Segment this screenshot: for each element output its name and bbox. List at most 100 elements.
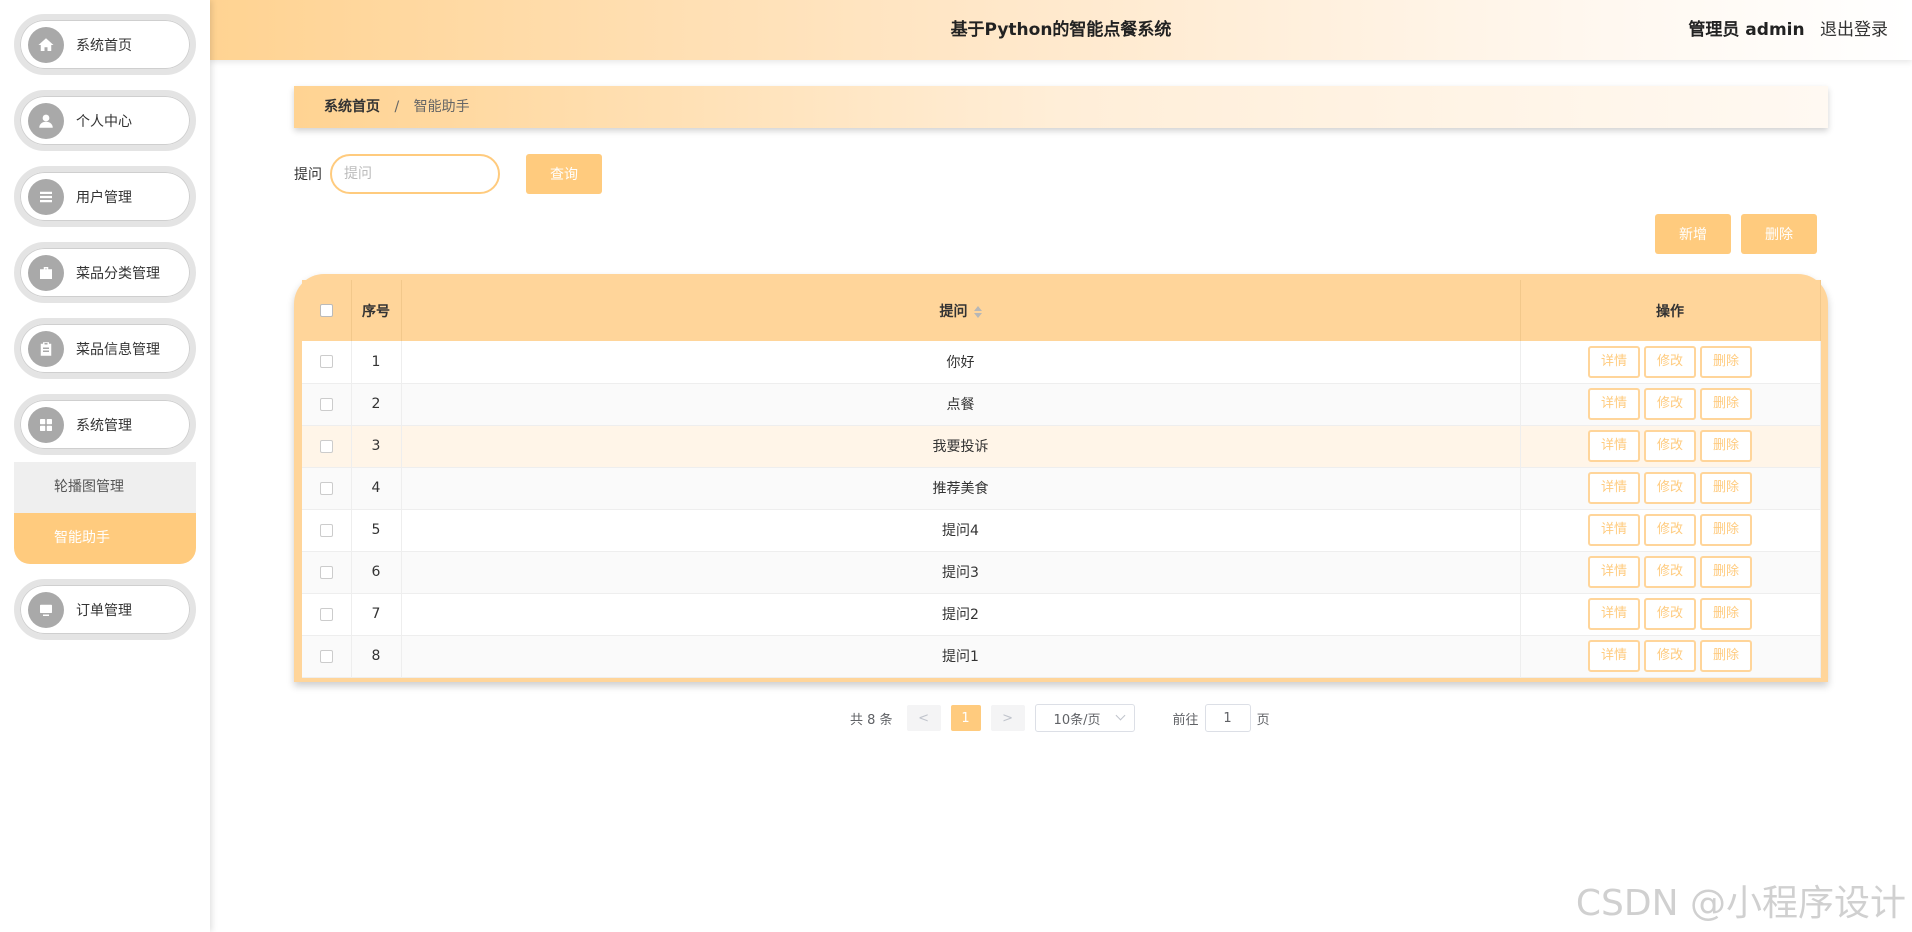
pagination: 共 8 条 < 1 > 10条/页 前往 页 [850, 704, 1270, 732]
grid-icon [28, 406, 64, 443]
submenu-item-carousel[interactable]: 轮播图管理 [14, 462, 196, 513]
column-header-ops: 操作 [1520, 280, 1821, 341]
row-ops: 详情 修改 删除 [1520, 593, 1821, 636]
select-all-checkbox[interactable] [319, 304, 333, 317]
add-button[interactable]: 新增 [1655, 214, 1731, 254]
row-ops: 详情 修改 删除 [1520, 551, 1821, 594]
header-user-area: 管理员 admin 退出登录 [1688, 0, 1888, 60]
row-checkbox[interactable] [319, 481, 333, 495]
row-checkbox[interactable] [319, 355, 333, 369]
row-question: 点餐 [401, 383, 1521, 426]
column-header-index: 序号 [351, 280, 402, 341]
edit-button[interactable]: 修改 [1644, 640, 1696, 672]
logout-link[interactable]: 退出登录 [1820, 20, 1888, 40]
row-checkbox[interactable] [319, 397, 333, 411]
edit-button[interactable]: 修改 [1644, 514, 1696, 546]
sidebar-item-users[interactable]: 用户管理 [14, 166, 196, 227]
sidebar-item-label: 菜品分类管理 [76, 265, 160, 282]
edit-button[interactable]: 修改 [1644, 598, 1696, 630]
detail-button[interactable]: 详情 [1588, 514, 1640, 546]
page-size-value: 10条/页 [1053, 712, 1101, 728]
sidebar-item-profile[interactable]: 个人中心 [14, 90, 196, 151]
row-ops: 详情 修改 删除 [1520, 509, 1821, 552]
table-row: 3 我要投诉 详情 修改 删除 [302, 425, 1821, 468]
row-index: 1 [351, 341, 402, 384]
sidebar-item-dish-category[interactable]: 菜品分类管理 [14, 242, 196, 303]
row-checkbox[interactable] [319, 439, 333, 453]
pagination-total: 共 8 条 [850, 712, 893, 728]
prev-page-button[interactable]: < [906, 705, 941, 731]
page-size-select[interactable]: 10条/页 [1034, 704, 1135, 732]
row-checkbox[interactable] [319, 607, 333, 621]
row-checkbox-cell [302, 341, 352, 384]
detail-button[interactable]: 详情 [1588, 345, 1640, 378]
goto-suffix: 页 [1256, 712, 1270, 728]
delete-button[interactable]: 删除 [1700, 640, 1752, 672]
home-icon [28, 26, 64, 63]
column-header-question[interactable]: 提问 [401, 280, 1521, 341]
next-page-button[interactable]: > [990, 705, 1025, 731]
row-question: 提问4 [401, 509, 1521, 552]
delete-button[interactable]: 删除 [1700, 430, 1752, 462]
delete-button[interactable]: 删除 [1700, 345, 1752, 378]
row-question: 提问3 [401, 551, 1521, 594]
column-header-question-label: 提问 [939, 303, 968, 320]
monitor-icon [28, 591, 64, 628]
row-checkbox-cell [302, 467, 352, 510]
sidebar: 系统首页 个人中心 用户管理 菜品分类管理 菜品信息管理 系统管理 轮播图管理 … [0, 0, 210, 932]
edit-button[interactable]: 修改 [1644, 430, 1696, 462]
sidebar-item-label: 个人中心 [76, 113, 132, 130]
search-label: 提问 [294, 167, 322, 183]
row-index: 8 [351, 635, 402, 678]
submenu-item-assistant[interactable]: 智能助手 [14, 513, 196, 564]
sort-icon[interactable] [973, 305, 982, 318]
row-ops: 详情 修改 删除 [1520, 467, 1821, 510]
search-input[interactable] [330, 154, 500, 194]
detail-button[interactable]: 详情 [1588, 472, 1640, 504]
sidebar-item-dish-info[interactable]: 菜品信息管理 [14, 318, 196, 379]
current-user: 管理员 admin [1688, 20, 1805, 40]
row-checkbox-cell [302, 383, 352, 426]
data-table-container: 序号 提问 操作 1 你好 详情 修改 删除 2 点餐 详情 修改 删除 3 我要投诉 [294, 274, 1828, 682]
row-question: 你好 [401, 341, 1521, 384]
edit-button[interactable]: 修改 [1644, 388, 1696, 420]
delete-button[interactable]: 删除 [1700, 598, 1752, 630]
table-header-row: 序号 提问 操作 [302, 280, 1821, 341]
delete-button[interactable]: 删除 [1700, 472, 1752, 504]
row-index: 5 [351, 509, 402, 552]
edit-button[interactable]: 修改 [1644, 472, 1696, 504]
sidebar-item-system[interactable]: 系统管理 [14, 394, 196, 455]
breadcrumb-separator: / [394, 99, 400, 115]
edit-button[interactable]: 修改 [1644, 556, 1696, 588]
goto-page-input[interactable] [1204, 704, 1251, 732]
edit-button[interactable]: 修改 [1644, 345, 1696, 378]
page-number-current[interactable]: 1 [950, 705, 981, 731]
row-checkbox[interactable] [319, 649, 333, 663]
detail-button[interactable]: 详情 [1588, 556, 1640, 588]
row-question: 提问2 [401, 593, 1521, 636]
breadcrumb-home[interactable]: 系统首页 [324, 99, 380, 115]
row-checkbox-cell [302, 551, 352, 594]
delete-button[interactable]: 删除 [1700, 388, 1752, 420]
chevron-down-icon [1115, 710, 1125, 721]
detail-button[interactable]: 详情 [1588, 598, 1640, 630]
detail-button[interactable]: 详情 [1588, 388, 1640, 420]
detail-button[interactable]: 详情 [1588, 430, 1640, 462]
sidebar-menu: 系统首页 个人中心 用户管理 菜品分类管理 菜品信息管理 系统管理 轮播图管理 … [0, 0, 210, 640]
row-question: 推荐美食 [401, 467, 1521, 510]
detail-button[interactable]: 详情 [1588, 640, 1640, 672]
sidebar-item-home[interactable]: 系统首页 [14, 14, 196, 75]
table-row: 4 推荐美食 详情 修改 删除 [302, 467, 1821, 510]
query-button[interactable]: 查询 [526, 154, 602, 194]
delete-button[interactable]: 删除 [1700, 514, 1752, 546]
bulk-delete-button[interactable]: 删除 [1741, 214, 1817, 254]
row-checkbox[interactable] [319, 565, 333, 579]
row-ops: 详情 修改 删除 [1520, 341, 1821, 384]
row-checkbox[interactable] [319, 523, 333, 537]
app-title: 基于Python的智能点餐系统 [950, 20, 1172, 40]
row-index: 6 [351, 551, 402, 594]
delete-button[interactable]: 删除 [1700, 556, 1752, 588]
sidebar-item-orders[interactable]: 订单管理 [14, 579, 196, 640]
breadcrumb-current: 智能助手 [413, 99, 470, 115]
row-index: 4 [351, 467, 402, 510]
